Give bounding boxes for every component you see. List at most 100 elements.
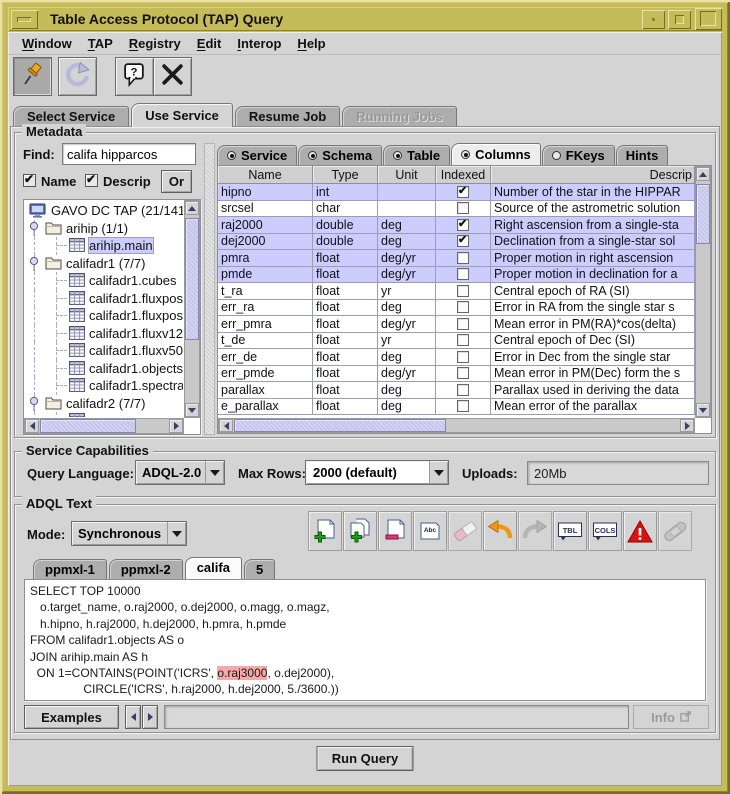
scroll-left-button[interactable]: [219, 419, 233, 432]
remove-tab-icon[interactable]: [378, 511, 412, 551]
indexed-checkbox[interactable]: [457, 367, 469, 379]
insert-table-icon[interactable]: TBL: [553, 511, 587, 551]
tab-hints[interactable]: Hints: [616, 145, 669, 165]
table-row[interactable]: e_parallaxfloatdegMean error of the para…: [218, 399, 695, 416]
tree-vscroll-thumb[interactable]: [185, 218, 199, 340]
adql-code-editor[interactable]: SELECT TOP 10000 o.target_name, o.raj200…: [24, 579, 706, 701]
tree-item[interactable]: califadr1.fluxv12: [25, 325, 183, 343]
copy-tab-icon[interactable]: [343, 511, 377, 551]
indexed-checkbox[interactable]: [457, 219, 469, 231]
table-row[interactable]: parallaxfloatdegParallax used in derivin…: [218, 382, 695, 399]
tree-item[interactable]: arihip (1/1): [25, 220, 183, 238]
max-rows-select[interactable]: 2000 (default): [305, 460, 449, 485]
tab-table[interactable]: Table: [383, 145, 450, 165]
table-row[interactable]: t_rafloatyrCentral epoch of RA (SI): [218, 283, 695, 300]
scroll-down-button[interactable]: [696, 403, 710, 417]
table-row[interactable]: err_rafloatdegError in RA from the singl…: [218, 300, 695, 317]
scroll-up-button[interactable]: [696, 167, 710, 181]
info-button[interactable]: Info: [633, 705, 709, 729]
indexed-checkbox[interactable]: [457, 400, 469, 412]
table-row[interactable]: err_pmdefloatdeg/yrMean error in PM(Dec)…: [218, 366, 695, 383]
tree-item[interactable]: califadr2 (7/7): [25, 395, 183, 413]
tree-item[interactable]: califadr1.objects: [25, 360, 183, 378]
column-header-unit[interactable]: Unit: [378, 166, 436, 184]
erase-icon[interactable]: [448, 511, 482, 551]
table-row[interactable]: hipnointNumber of the star in the HIPPAR: [218, 184, 695, 201]
tab-use-service[interactable]: Use Service: [131, 103, 233, 127]
tab-service[interactable]: Service: [217, 145, 297, 165]
query-language-select[interactable]: ADQL-2.0: [135, 460, 225, 485]
window-menu-button[interactable]: [11, 10, 38, 29]
tree-item[interactable]: califadr1.cubes: [25, 272, 183, 290]
insert-columns-icon[interactable]: COLS: [588, 511, 622, 551]
tree-horizontal-scrollbar[interactable]: [24, 418, 184, 434]
scroll-up-button[interactable]: [185, 201, 199, 215]
resize-corner[interactable]: [695, 8, 722, 30]
reload-icon-button[interactable]: [58, 57, 97, 96]
run-query-button[interactable]: Run Query: [317, 746, 414, 771]
rename-tab-icon[interactable]: Abc: [413, 511, 447, 551]
column-header-type[interactable]: Type: [313, 166, 378, 184]
descrip-checkbox[interactable]: [85, 174, 98, 187]
indexed-checkbox[interactable]: [457, 202, 469, 214]
mode-select[interactable]: Synchronous: [71, 521, 187, 546]
tree-item[interactable]: califadr1.fluxpos: [25, 307, 183, 325]
table-row[interactable]: raj2000doubledegRight ascension from a s…: [218, 217, 695, 234]
table-row[interactable]: err_defloatdegError in Dec from the sing…: [218, 349, 695, 366]
scroll-left-button[interactable]: [25, 419, 39, 433]
menu-window[interactable]: Window: [14, 34, 80, 53]
tree-item[interactable]: arihip.main: [25, 237, 183, 255]
column-header-name[interactable]: Name: [218, 166, 313, 184]
column-header-indexed[interactable]: Indexed: [436, 166, 491, 184]
tree-hscroll-thumb[interactable]: [40, 419, 136, 433]
menu-tap[interactable]: TAP: [80, 34, 121, 53]
tree-vertical-scrollbar[interactable]: [184, 200, 200, 418]
indexed-checkbox[interactable]: [457, 268, 469, 280]
name-checkbox[interactable]: [23, 174, 36, 187]
indexed-checkbox[interactable]: [457, 285, 469, 297]
table-row[interactable]: pmrafloatdeg/yrProper motion in right as…: [218, 250, 695, 267]
table-vertical-scrollbar[interactable]: [695, 166, 711, 418]
adql-tab-califa[interactable]: califa: [185, 557, 242, 579]
undo-icon[interactable]: [483, 511, 517, 551]
tree-item[interactable]: califadr1.fluxv50: [25, 342, 183, 360]
menu-edit[interactable]: Edit: [189, 34, 230, 53]
maximize-button[interactable]: [668, 10, 691, 29]
tree-item[interactable]: califadr1 (7/7): [25, 255, 183, 273]
tab-running-jobs[interactable]: Running Jobs: [342, 106, 457, 127]
close-icon-button[interactable]: [153, 57, 192, 96]
minimize-button[interactable]: [642, 10, 665, 29]
find-input[interactable]: [62, 143, 196, 165]
tab-columns[interactable]: Columns: [451, 143, 541, 165]
redo-icon[interactable]: [518, 511, 552, 551]
indexed-checkbox[interactable]: [457, 334, 469, 346]
add-tab-icon[interactable]: [308, 511, 342, 551]
indexed-checkbox[interactable]: [457, 252, 469, 264]
indexed-checkbox[interactable]: [457, 384, 469, 396]
table-row[interactable]: t_defloatyrCentral epoch of Dec (SI): [218, 333, 695, 350]
table-row[interactable]: err_pmrafloatdeg/yrMean error in PM(RA)*…: [218, 316, 695, 333]
indexed-checkbox[interactable]: [457, 186, 469, 198]
table-row[interactable]: srcselcharSource of the astrometric solu…: [218, 201, 695, 218]
tab-resume-job[interactable]: Resume Job: [235, 106, 340, 127]
column-header-descrip[interactable]: Descrip: [491, 166, 695, 184]
table-hscroll-thumb[interactable]: [234, 419, 446, 432]
adql-tab-5[interactable]: 5: [244, 559, 275, 579]
fix-icon[interactable]: [658, 511, 692, 551]
tree-item[interactable]: califadr1.fluxpos: [25, 290, 183, 308]
menu-help[interactable]: Help: [289, 34, 333, 53]
or-button[interactable]: Or: [161, 170, 192, 193]
scroll-right-button[interactable]: [680, 419, 694, 432]
indexed-checkbox[interactable]: [457, 301, 469, 313]
indexed-checkbox[interactable]: [457, 235, 469, 247]
tree-item[interactable]: califadr1.spectra: [25, 377, 183, 395]
adql-tab-ppmxl-1[interactable]: ppmxl-1: [33, 559, 107, 579]
tree-item[interactable]: [25, 412, 183, 417]
table-vscroll-thumb[interactable]: [696, 184, 710, 244]
help-icon-button[interactable]: ?: [115, 57, 154, 96]
table-row[interactable]: pmdefloatdeg/yrProper motion in declinat…: [218, 267, 695, 284]
tab-schema[interactable]: Schema: [298, 145, 382, 165]
table-horizontal-scrollbar[interactable]: [218, 418, 695, 433]
indexed-checkbox[interactable]: [457, 351, 469, 363]
scroll-right-button[interactable]: [169, 419, 183, 433]
